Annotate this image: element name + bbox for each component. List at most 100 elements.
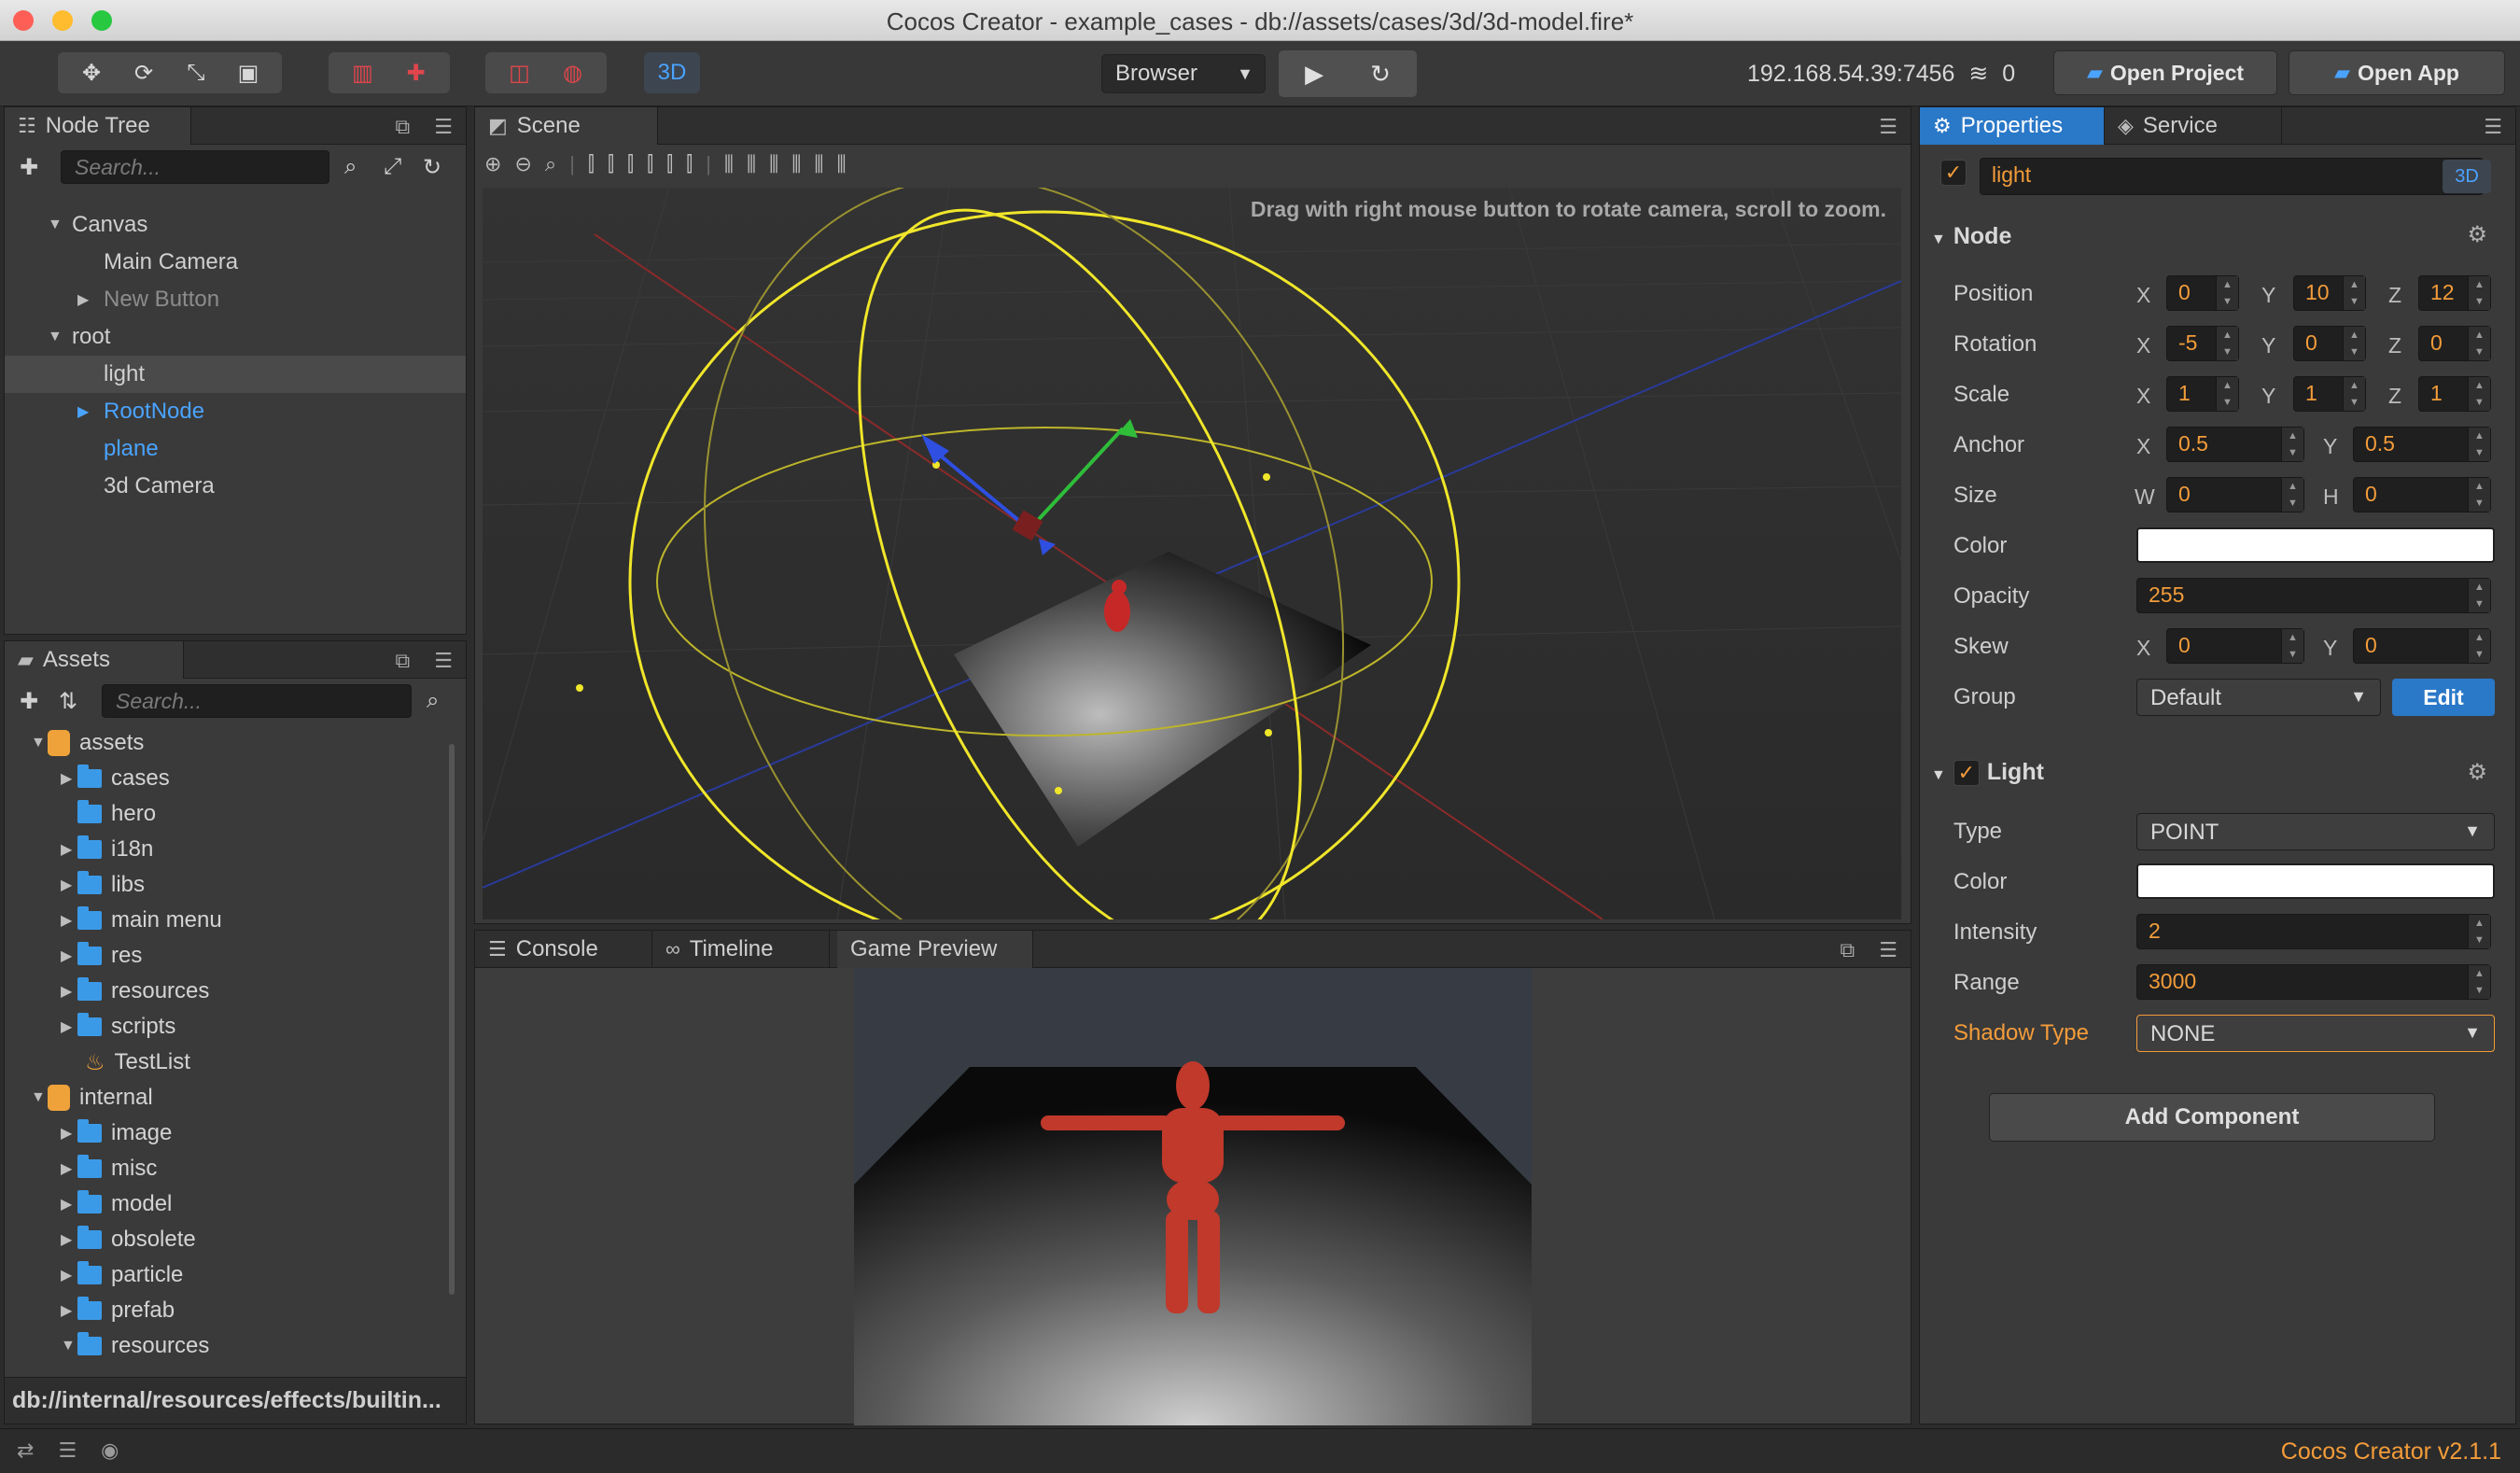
- tree-item-canvas[interactable]: ▼ Canvas: [5, 206, 466, 244]
- platform-select[interactable]: Browser ▼: [1101, 54, 1266, 93]
- align-vcenter-icon[interactable]: ⫿: [608, 152, 614, 184]
- tab-console[interactable]: ☰ Console: [475, 931, 652, 968]
- asset-item-resources[interactable]: ▶ resources: [61, 974, 209, 1009]
- caret-right-icon[interactable]: ▶: [61, 947, 77, 965]
- node-active-checkbox[interactable]: ✓: [1940, 160, 1967, 186]
- tree-item-3d-camera[interactable]: 3d Camera: [5, 468, 466, 505]
- stepper-icon[interactable]: ▲ ▼: [2468, 915, 2490, 948]
- size-w-input[interactable]: 0 ▲ ▼: [2166, 477, 2304, 512]
- asset-item-image[interactable]: ▶ image: [61, 1115, 172, 1151]
- zoom-out-icon[interactable]: ⊖: [514, 152, 531, 184]
- popout-icon[interactable]: ⧉: [396, 115, 411, 139]
- rotate-tool-icon[interactable]: ⟳: [125, 56, 162, 90]
- tab-game-preview[interactable]: Game Preview: [837, 931, 1033, 968]
- game-preview-canvas[interactable]: [854, 968, 1532, 1425]
- light-color-swatch[interactable]: [2136, 863, 2495, 899]
- align-hcenter-icon[interactable]: ⫿: [666, 152, 673, 184]
- asset-item-internal-resources[interactable]: ▼ resources: [61, 1328, 209, 1360]
- stepper-icon[interactable]: ▲ ▼: [2343, 377, 2365, 411]
- caret-right-icon[interactable]: ▶: [61, 1230, 77, 1249]
- world-coords-icon[interactable]: ◍: [554, 56, 592, 90]
- stepper-icon[interactable]: ▲ ▼: [2468, 478, 2490, 512]
- stepper-icon[interactable]: ▲ ▼: [2281, 478, 2303, 512]
- search-icon[interactable]: ⌕: [344, 154, 357, 180]
- light-type-select[interactable]: POINT ▼: [2136, 813, 2495, 850]
- stepper-icon[interactable]: ▲ ▼: [2281, 428, 2303, 461]
- distribute-vcenter-icon[interactable]: ⫼: [747, 152, 756, 184]
- open-project-button[interactable]: ▰ Open Project: [2053, 50, 2277, 95]
- align-bottom-icon[interactable]: ⫿: [627, 152, 634, 184]
- stepper-icon[interactable]: ▲ ▼: [2468, 428, 2490, 461]
- stepper-icon[interactable]: ▲ ▼: [2216, 327, 2238, 360]
- menu-icon[interactable]: ☰: [1879, 115, 1897, 139]
- caret-right-icon[interactable]: ▶: [61, 1017, 77, 1036]
- caret-right-icon[interactable]: ▶: [61, 1159, 77, 1178]
- asset-item-internal[interactable]: ▼ internal: [31, 1080, 153, 1115]
- shadow-type-select[interactable]: NONE ▼: [2136, 1015, 2495, 1052]
- asset-item-main-menu[interactable]: ▶ main menu: [61, 903, 222, 938]
- add-component-button[interactable]: Add Component: [1989, 1093, 2435, 1142]
- sort-icon[interactable]: ⇅: [59, 688, 77, 715]
- asset-search-input[interactable]: Search...: [102, 684, 412, 718]
- caret-right-icon[interactable]: ▶: [61, 840, 77, 859]
- zoom-reset-icon[interactable]: ⌕: [545, 152, 556, 184]
- node-name-input[interactable]: light: [1980, 158, 2484, 195]
- rotation-y-input[interactable]: 0 ▲ ▼: [2293, 326, 2366, 361]
- scale-tool-icon[interactable]: ⤡: [177, 56, 215, 90]
- tree-item-root[interactable]: ▼ root: [5, 318, 466, 356]
- tab-node-tree[interactable]: ☷ Node Tree: [5, 107, 191, 145]
- node-search-input[interactable]: Search...: [61, 150, 329, 184]
- popout-icon[interactable]: ⧉: [396, 649, 411, 673]
- rotation-z-input[interactable]: 0 ▲ ▼: [2418, 326, 2491, 361]
- light-settings-gear-icon[interactable]: ⚙: [2467, 759, 2487, 786]
- tree-item-plane[interactable]: plane: [5, 430, 466, 468]
- skew-x-input[interactable]: 0 ▲ ▼: [2166, 628, 2304, 664]
- anchor-x-input[interactable]: 0.5 ▲ ▼: [2166, 427, 2304, 462]
- caret-right-icon[interactable]: ▶: [61, 911, 77, 930]
- asset-item-testlist[interactable]: ♨ TestList: [85, 1045, 190, 1080]
- node-settings-gear-icon[interactable]: ⚙: [2467, 221, 2487, 248]
- toggle-3d-button[interactable]: 3D: [644, 52, 700, 93]
- edit-group-button[interactable]: Edit: [2392, 679, 2495, 716]
- stepper-icon[interactable]: ▲ ▼: [2468, 276, 2490, 310]
- stepper-icon[interactable]: ▲ ▼: [2468, 965, 2490, 999]
- group-select[interactable]: Default ▼: [2136, 679, 2381, 716]
- stepper-icon[interactable]: ▲ ▼: [2216, 276, 2238, 310]
- node-section-header[interactable]: ▼ Node: [1931, 223, 2011, 250]
- scale-z-input[interactable]: 1 ▲ ▼: [2418, 376, 2491, 412]
- distribute-bottom-icon[interactable]: ⫼: [769, 152, 778, 184]
- caret-right-icon[interactable]: ▶: [77, 402, 94, 421]
- tree-item-new-button[interactable]: ▶ New Button: [5, 281, 466, 318]
- pivot-icon[interactable]: ▥: [344, 56, 382, 90]
- opacity-input[interactable]: 255 ▲ ▼: [2136, 578, 2491, 613]
- badge-3d[interactable]: 3D: [2443, 160, 2491, 193]
- add-node-icon[interactable]: ✚: [20, 154, 38, 181]
- preview-ip[interactable]: 192.168.54.39:7456: [1747, 61, 1954, 87]
- position-y-input[interactable]: 10 ▲ ▼: [2293, 275, 2366, 311]
- eye-icon[interactable]: ◉: [101, 1438, 119, 1463]
- scale-y-input[interactable]: 1 ▲ ▼: [2293, 376, 2366, 412]
- add-asset-icon[interactable]: ✚: [20, 688, 38, 715]
- asset-item-prefab[interactable]: ▶ prefab: [61, 1293, 175, 1328]
- rotation-x-input[interactable]: -5 ▲ ▼: [2166, 326, 2239, 361]
- distribute-top-icon[interactable]: ⫼: [724, 152, 734, 184]
- menu-icon[interactable]: ☰: [1879, 938, 1897, 962]
- asset-item-scripts[interactable]: ▶ scripts: [61, 1009, 175, 1045]
- align-top-icon[interactable]: ⫿: [588, 152, 595, 184]
- asset-item-model[interactable]: ▶ model: [61, 1186, 172, 1222]
- stepper-icon[interactable]: ▲ ▼: [2343, 276, 2365, 310]
- asset-item-cases[interactable]: ▶ cases: [61, 761, 170, 796]
- refresh-icon[interactable]: ↻: [423, 154, 441, 181]
- skew-y-input[interactable]: 0 ▲ ▼: [2353, 628, 2491, 664]
- align-left-icon[interactable]: ⫿: [647, 152, 653, 184]
- local-coords-icon[interactable]: ◫: [501, 56, 539, 90]
- zoom-in-icon[interactable]: ⊕: [484, 152, 501, 184]
- caret-down-icon[interactable]: ▼: [31, 735, 48, 751]
- caret-down-icon[interactable]: ▼: [31, 1089, 48, 1106]
- light-enabled-checkbox[interactable]: ✓: [1953, 760, 1980, 787]
- menu-icon[interactable]: ☰: [434, 115, 453, 139]
- size-h-input[interactable]: 0 ▲ ▼: [2353, 477, 2491, 512]
- distribute-right-icon[interactable]: ⫼: [837, 152, 847, 184]
- position-x-input[interactable]: 0 ▲ ▼: [2166, 275, 2239, 311]
- scene-viewport[interactable]: Drag with right mouse button to rotate c…: [483, 188, 1901, 919]
